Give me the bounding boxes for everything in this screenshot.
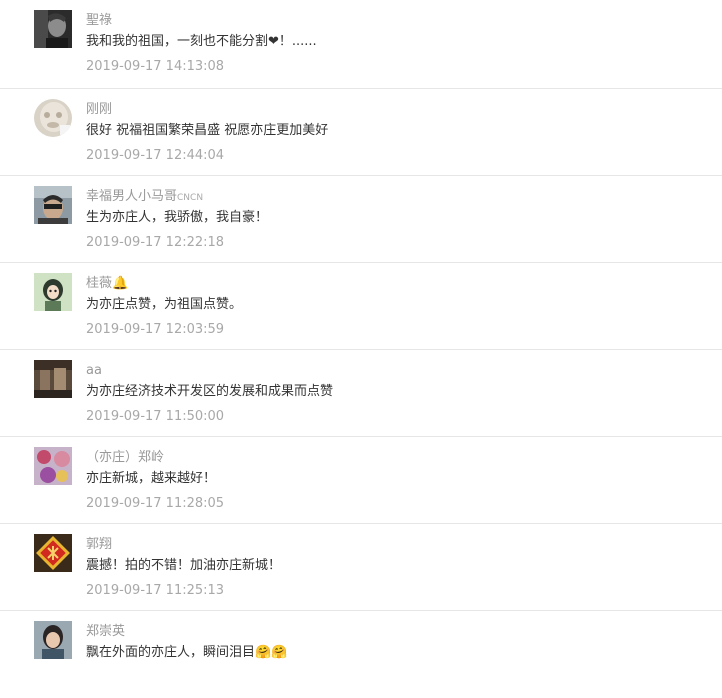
avatar[interactable]: [34, 621, 72, 659]
comment-item: 郭翔 震撼！拍的不错！加油亦庄新城！ 2019-09-17 11:25:13: [0, 524, 722, 611]
comment-text: 为亦庄经济技术开发区的发展和成果而点赞: [86, 384, 334, 399]
comment-time: 2019-09-17 14:13:08: [86, 59, 225, 74]
avatar[interactable]: [34, 534, 72, 572]
avatar[interactable]: [34, 10, 72, 48]
comment-time: 2019-09-17 12:44:04: [86, 148, 225, 163]
commenter-name[interactable]: （亦庄）郑岭: [86, 449, 164, 467]
comment-item: （亦庄）郑岭 亦庄新城，越来越好！ 2019-09-17 11:28:05: [0, 437, 722, 524]
comment-text: 很好 祝福祖国繁荣昌盛 祝愿亦庄更加美好: [86, 123, 329, 138]
comment-time: 2019-09-17 11:25:13: [86, 583, 225, 598]
commenter-name[interactable]: 幸福男人小马哥CNCN: [86, 188, 203, 207]
comment-item: 郑崇英 飘在外面的亦庄人，瞬间泪目🤗🤗: [0, 611, 722, 698]
commenter-name-text: 桂薇: [86, 276, 113, 291]
commenter-name[interactable]: aa: [86, 362, 102, 380]
comment-time: 2019-09-17 11:50:00: [86, 409, 225, 424]
comment-item: 桂薇🔔 为亦庄点赞，为祖国点赞。 2019-09-17 12:03:59: [0, 263, 722, 350]
avatar[interactable]: [34, 99, 72, 137]
comment-text: 为亦庄点赞，为祖国点赞。: [86, 297, 243, 312]
avatar[interactable]: [34, 447, 72, 485]
comment-text: 飘在外面的亦庄人，瞬间泪目🤗🤗: [86, 645, 288, 660]
bell-icon: 🔔: [112, 276, 129, 291]
commenter-name[interactable]: 聖祿: [86, 12, 112, 30]
comment-text: 生为亦庄人，我骄傲，我自豪！: [86, 210, 269, 225]
comment-time: 2019-09-17 12:03:59: [86, 322, 225, 337]
comment-time: 2019-09-17 11:28:05: [86, 496, 225, 511]
comment-item: 刚刚 很好 祝福祖国繁荣昌盛 祝愿亦庄更加美好 2019-09-17 12:44…: [0, 89, 722, 176]
commenter-name[interactable]: 郭翔: [86, 536, 112, 554]
avatar[interactable]: [34, 186, 72, 224]
commenter-name[interactable]: 桂薇🔔: [86, 275, 128, 293]
comment-item: aa 为亦庄经济技术开发区的发展和成果而点赞 2019-09-17 11:50:…: [0, 350, 722, 437]
commenter-name[interactable]: 郑崇英: [86, 623, 125, 641]
comment-text: 震撼！拍的不错！加油亦庄新城！: [86, 558, 282, 573]
commenter-name[interactable]: 刚刚: [86, 101, 112, 119]
commenter-name-suffix: CNCN: [177, 193, 204, 203]
comment-item: 聖祿 我和我的祖国，一刻也不能分割❤！...... 2019-09-17 14:…: [0, 0, 722, 89]
commenter-name-text: 幸福男人小马哥: [86, 189, 178, 204]
comment-time: 2019-09-17 12:22:18: [86, 235, 225, 250]
avatar[interactable]: [34, 360, 72, 398]
comment-text: 亦庄新城，越来越好！: [86, 471, 217, 486]
comment-list: 聖祿 我和我的祖国，一刻也不能分割❤！...... 2019-09-17 14:…: [0, 0, 722, 698]
comment-item: 幸福男人小马哥CNCN 生为亦庄人，我骄傲，我自豪！ 2019-09-17 12…: [0, 176, 722, 263]
comment-text: 我和我的祖国，一刻也不能分割❤！......: [86, 34, 317, 49]
avatar[interactable]: [34, 273, 72, 311]
